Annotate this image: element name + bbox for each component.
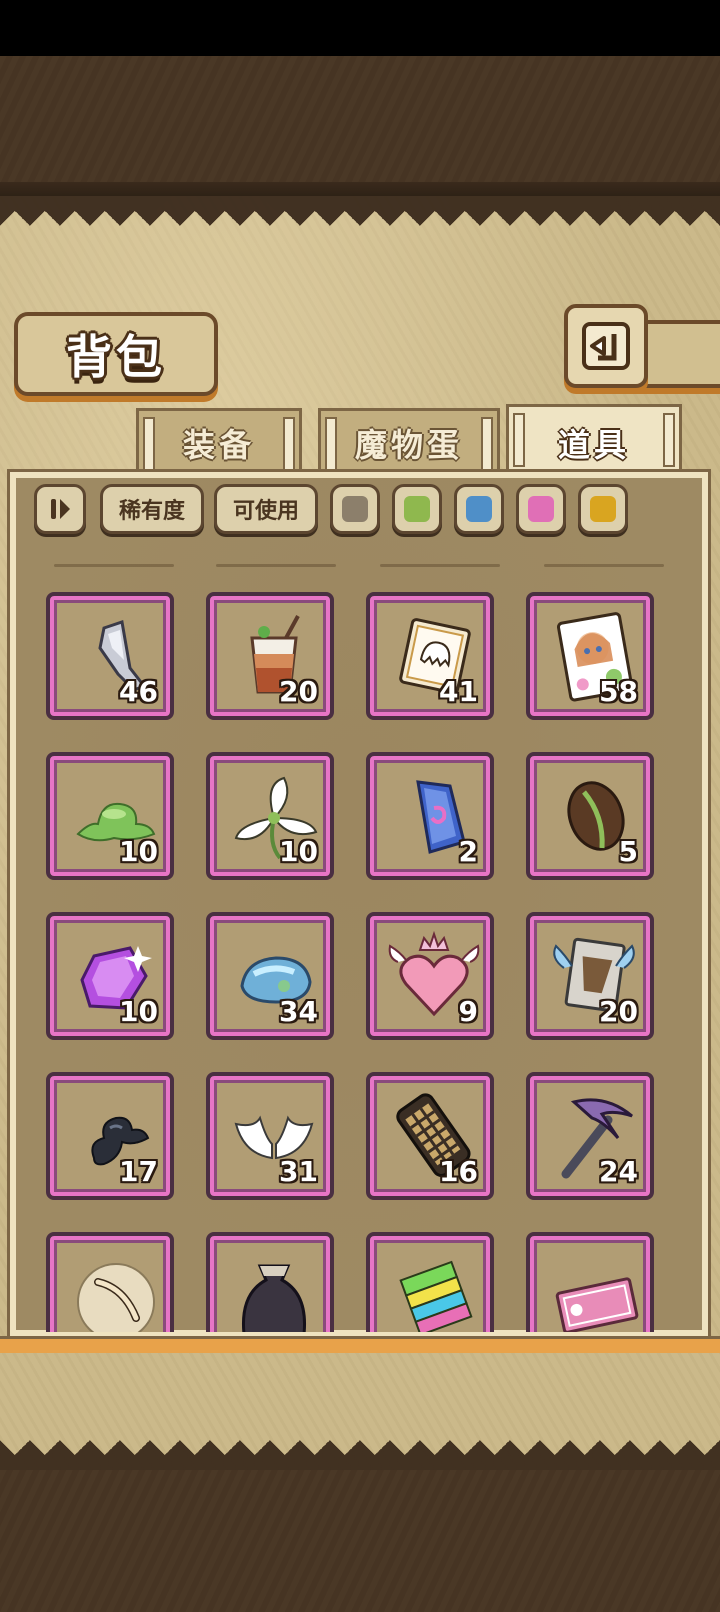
panel-frame-bottom (0, 1336, 720, 1353)
tab-label: 道具 (557, 426, 630, 464)
gold-rarity-filter[interactable] (578, 484, 628, 534)
green-swatch (404, 496, 430, 522)
item-slot[interactable]: 17 (46, 1072, 174, 1200)
tab-label: 魔物蛋 (354, 426, 463, 464)
item-count: 31 (279, 1155, 318, 1188)
item-count: 46 (119, 675, 158, 708)
item-count: 41 (439, 675, 478, 708)
tab-post-left (143, 417, 155, 471)
feather-orb-icon (77, 1263, 155, 1332)
item-count: 24 (599, 1155, 638, 1188)
tab-monster-egg[interactable]: 魔物蛋 (318, 408, 500, 475)
map-banner-bottom (0, 1470, 720, 1612)
item-count: 16 (439, 1155, 478, 1188)
blue-rarity-filter[interactable] (454, 484, 504, 534)
item-slot[interactable]: 10 (206, 752, 334, 880)
torn-edge-top (0, 196, 720, 236)
pink-rarity-filter[interactable] (516, 484, 566, 534)
item-count: 10 (279, 835, 318, 868)
item-slot[interactable]: 58 (526, 592, 654, 720)
item-slot[interactable]: 16 (366, 1072, 494, 1200)
sort-toggle-button[interactable] (34, 484, 86, 534)
item-slot[interactable]: 34 (206, 912, 334, 1040)
rarity-filter-button[interactable]: 稀有度 (100, 484, 204, 534)
tab-post-left (513, 413, 525, 467)
item-slot[interactable] (526, 1232, 654, 1332)
item-slot[interactable]: 31 (206, 1072, 334, 1200)
item-slot[interactable]: 9 (366, 912, 494, 1040)
item-slot[interactable]: 41 (366, 592, 494, 720)
usable-filter-label: 可使用 (232, 499, 299, 524)
title-plate: 背包 (14, 312, 218, 396)
tab-items[interactable]: 道具 (506, 404, 682, 479)
return-arrow-icon (582, 322, 630, 370)
item-count: 58 (599, 675, 638, 708)
item-count: 5 (618, 835, 638, 868)
grey-swatch (342, 496, 368, 522)
item-slot[interactable] (46, 1232, 174, 1332)
blue-swatch (466, 496, 492, 522)
sort-toggle-icon (51, 499, 70, 519)
item-slot[interactable]: 2 (366, 752, 494, 880)
item-slot[interactable]: 10 (46, 752, 174, 880)
item-slot[interactable]: 20 (526, 912, 654, 1040)
item-count: 20 (599, 995, 638, 1028)
map-banner-top (0, 56, 720, 196)
tab-post-right (663, 413, 675, 467)
item-count: 20 (279, 675, 318, 708)
item-slot[interactable]: 24 (526, 1072, 654, 1200)
usable-filter-button[interactable]: 可使用 (214, 484, 318, 534)
column-dividers (50, 564, 670, 568)
tab-equipment[interactable]: 装备 (136, 408, 302, 475)
item-slot[interactable]: 46 (46, 592, 174, 720)
pink-swatch (528, 496, 554, 522)
tab-post-left (325, 417, 337, 471)
item-count: 10 (119, 835, 158, 868)
item-count: 17 (119, 1155, 158, 1188)
item-count: 10 (119, 995, 158, 1028)
item-slot[interactable] (366, 1232, 494, 1332)
pink-ticket-icon (555, 1277, 639, 1332)
item-slot[interactable]: 10 (46, 912, 174, 1040)
rainbow-block-icon (399, 1260, 473, 1332)
item-count: 9 (458, 995, 478, 1028)
tab-label: 装备 (182, 426, 255, 464)
grey-rarity-filter[interactable] (330, 484, 380, 534)
torn-edge-bottom (0, 1420, 720, 1470)
item-slot[interactable]: 20 (206, 592, 334, 720)
status-bar (0, 0, 720, 56)
item-slot[interactable] (206, 1232, 334, 1332)
gold-swatch (590, 496, 616, 522)
back-button[interactable] (564, 304, 648, 388)
item-slot[interactable]: 5 (526, 752, 654, 880)
tab-post-right (283, 417, 295, 471)
dark-pouch-icon (241, 1264, 307, 1332)
item-count: 34 (279, 995, 318, 1028)
tab-post-right (481, 417, 493, 471)
item-count: 2 (458, 835, 478, 868)
rarity-filter-label: 稀有度 (118, 499, 185, 524)
page-title: 背包 (66, 330, 166, 384)
green-rarity-filter[interactable] (392, 484, 442, 534)
item-grid: 46 20 41 58 10 10 2 5 10 34 9 20 17 31 1… (40, 580, 680, 1332)
